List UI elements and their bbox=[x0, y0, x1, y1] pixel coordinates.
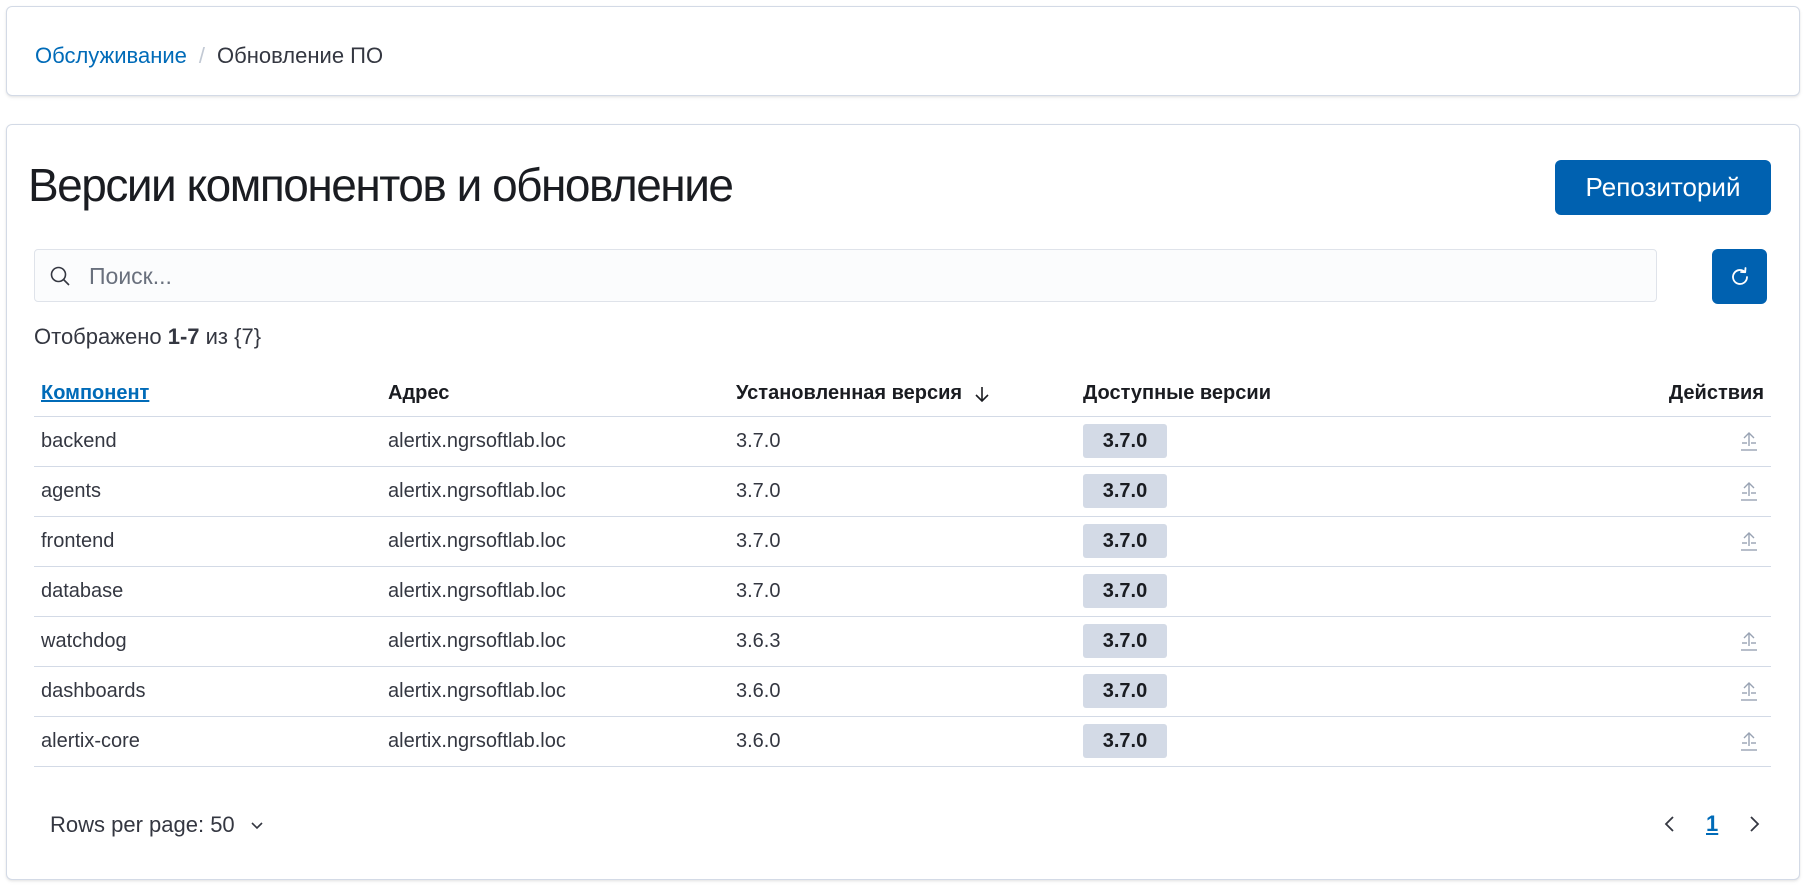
cell-component: dashboards bbox=[41, 680, 146, 702]
cell-installed-version: 3.7.0 bbox=[736, 530, 781, 552]
upgrade-icon[interactable] bbox=[1739, 681, 1759, 703]
cell-installed-version: 3.6.3 bbox=[736, 630, 781, 652]
cell-installed-version: 3.6.0 bbox=[736, 730, 781, 752]
refresh-icon bbox=[1731, 266, 1748, 285]
column-header-component[interactable]: Компонент bbox=[41, 382, 149, 405]
chevron-right-icon bbox=[1750, 816, 1760, 832]
search-icon bbox=[50, 266, 70, 286]
cell-installed-version: 3.6.0 bbox=[736, 680, 781, 702]
page-number-button[interactable]: 1 bbox=[1706, 811, 1718, 837]
breadcrumb-panel: Обслуживание / Обновление ПО bbox=[6, 6, 1800, 96]
breadcrumb-current: Обновление ПО bbox=[217, 43, 384, 68]
table-row: dashboards alertix.ngrsoftlab.loc 3.6.0 3.7… bbox=[34, 667, 1771, 717]
cell-address: alertix.ngrsoftlab.loc bbox=[388, 530, 566, 552]
arrow-down-icon bbox=[975, 386, 989, 402]
table-row: frontend alertix.ngrsoftlab.loc 3.7.0 3.7.0 bbox=[34, 517, 1771, 567]
count-range: 1-7 bbox=[167, 324, 200, 349]
cell-address: alertix.ngrsoftlab.loc bbox=[388, 430, 566, 452]
cell-address: alertix.ngrsoftlab.loc bbox=[388, 580, 566, 602]
pagination: 1 bbox=[1656, 810, 1768, 838]
rows-per-page-selector[interactable]: Rows per page: 50 bbox=[50, 812, 265, 838]
search-input[interactable] bbox=[87, 250, 1631, 303]
available-version-badge[interactable]: 3.7.0 bbox=[1083, 724, 1167, 758]
cell-installed-version: 3.7.0 bbox=[736, 480, 781, 502]
breadcrumb-separator: / bbox=[198, 43, 206, 68]
cell-installed-version: 3.7.0 bbox=[736, 580, 781, 602]
repository-button[interactable]: Репозиторий bbox=[1555, 160, 1771, 215]
column-header-actions: Действия bbox=[1668, 382, 1764, 404]
chevron-down-icon bbox=[251, 822, 263, 830]
cell-installed-version: 3.7.0 bbox=[736, 430, 781, 452]
available-version-badge[interactable]: 3.7.0 bbox=[1083, 524, 1167, 558]
table-row: watchdog alertix.ngrsoftlab.loc 3.6.3 3.7.0 bbox=[34, 617, 1771, 667]
upgrade-icon[interactable] bbox=[1739, 531, 1759, 553]
cell-component: alertix-core bbox=[41, 730, 140, 752]
upgrade-icon[interactable] bbox=[1739, 631, 1759, 653]
breadcrumb: Обслуживание / Обновление ПО bbox=[35, 43, 383, 69]
available-version-badge[interactable]: 3.7.0 bbox=[1083, 674, 1167, 708]
table-body: backend alertix.ngrsoftlab.loc 3.7.0 3.7.0 a… bbox=[34, 417, 1771, 767]
cell-component: watchdog bbox=[41, 630, 127, 652]
column-header-available: Доступные версии bbox=[1083, 382, 1271, 404]
count-total: {7} bbox=[234, 324, 262, 349]
previous-page-button[interactable] bbox=[1656, 810, 1684, 838]
available-version-badge[interactable]: 3.7.0 bbox=[1083, 424, 1167, 458]
chevron-left-icon bbox=[1664, 816, 1674, 832]
results-count: Отображено 1-7 из {7} bbox=[34, 324, 261, 350]
cell-address: alertix.ngrsoftlab.loc bbox=[388, 630, 566, 652]
count-prefix: Отображено bbox=[34, 324, 162, 349]
upgrade-icon[interactable] bbox=[1739, 731, 1759, 753]
page-title: Версии компонентов и обновление bbox=[28, 159, 734, 211]
upgrade-icon[interactable] bbox=[1739, 431, 1759, 453]
table-row: database alertix.ngrsoftlab.loc 3.7.0 3.7.0 bbox=[34, 567, 1771, 617]
cell-address: alertix.ngrsoftlab.loc bbox=[388, 480, 566, 502]
table-header: Компонент Адрес Установленная версия Дос… bbox=[34, 370, 1771, 417]
components-table: Компонент Адрес Установленная версия Дос… bbox=[34, 370, 1771, 767]
count-middle: из bbox=[205, 324, 229, 349]
upgrade-icon[interactable] bbox=[1739, 481, 1759, 503]
cell-component: database bbox=[41, 580, 124, 602]
table-row: backend alertix.ngrsoftlab.loc 3.7.0 3.7.0 bbox=[34, 417, 1771, 467]
available-version-badge[interactable]: 3.7.0 bbox=[1083, 574, 1167, 608]
cell-address: alertix.ngrsoftlab.loc bbox=[388, 680, 566, 702]
cell-component: agents bbox=[41, 480, 102, 502]
table-row: agents alertix.ngrsoftlab.loc 3.7.0 3.7.0 bbox=[34, 467, 1771, 517]
table-row: alertix-core alertix.ngrsoftlab.loc 3.6.0 3… bbox=[34, 717, 1771, 767]
cell-component: frontend bbox=[41, 530, 115, 552]
cell-address: alertix.ngrsoftlab.loc bbox=[388, 730, 566, 752]
available-version-badge[interactable]: 3.7.0 bbox=[1083, 474, 1167, 508]
column-header-installed-label: Установленная версия bbox=[736, 382, 963, 404]
available-version-badge[interactable]: 3.7.0 bbox=[1083, 624, 1167, 658]
next-page-button[interactable] bbox=[1740, 810, 1768, 838]
cell-component: backend bbox=[41, 430, 117, 452]
rows-per-page-label: Rows per page: 50 bbox=[50, 812, 235, 837]
search-box bbox=[34, 249, 1657, 303]
refresh-button[interactable] bbox=[1712, 249, 1767, 304]
column-header-address: Адрес bbox=[388, 382, 450, 404]
column-header-installed[interactable]: Установленная версия bbox=[736, 382, 992, 405]
breadcrumb-link-maintenance[interactable]: Обслуживание bbox=[35, 43, 187, 69]
